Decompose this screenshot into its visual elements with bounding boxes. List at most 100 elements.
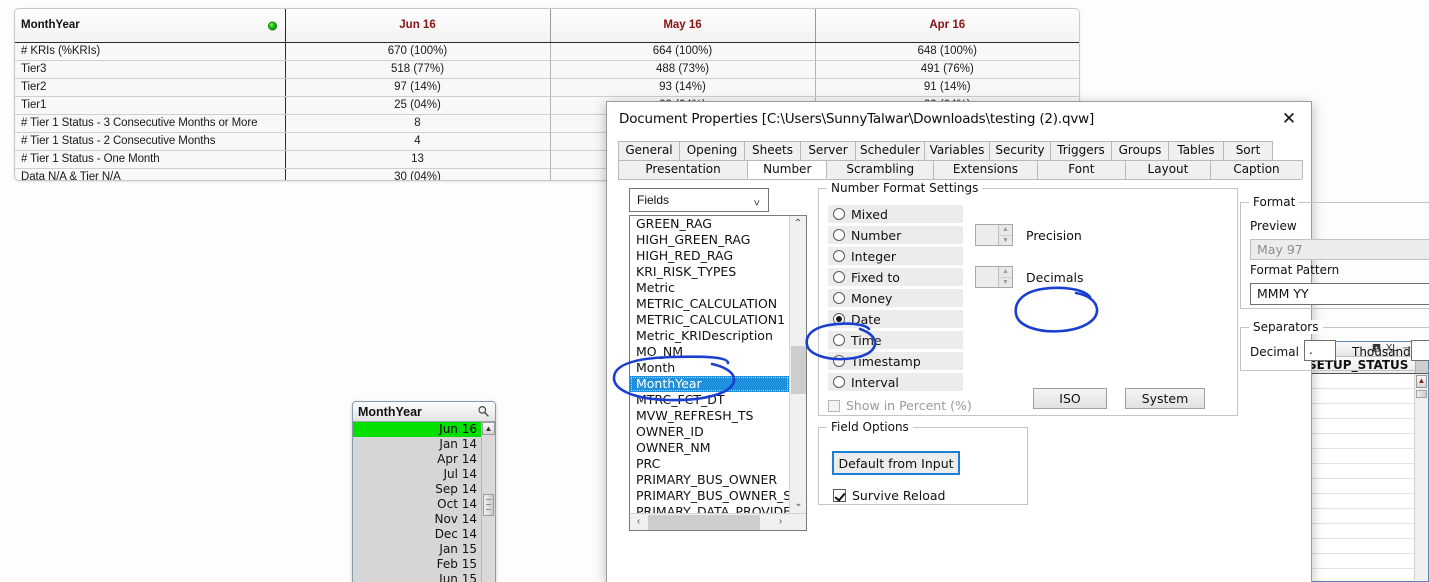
decimals-value[interactable]: [976, 267, 998, 287]
scrollbar-thumb[interactable]: [1416, 390, 1427, 398]
list-item[interactable]: [1304, 404, 1414, 419]
tab-extensions[interactable]: Extensions: [933, 160, 1038, 179]
list-item[interactable]: [1304, 494, 1414, 509]
listbox-scrollbar[interactable]: ▲: [481, 422, 495, 582]
list-item[interactable]: Jan 15: [353, 542, 481, 557]
scroll-left-icon[interactable]: ‹: [630, 514, 647, 530]
table-row[interactable]: Tier2 97 (14%) 93 (14%) 91 (14%): [15, 78, 1079, 97]
stepper-buttons[interactable]: ▲ ▼: [998, 267, 1012, 287]
iso-button[interactable]: ISO: [1033, 388, 1107, 409]
close-icon[interactable]: ✕: [1267, 104, 1311, 134]
tab-security[interactable]: Security: [989, 141, 1051, 160]
stepper-down-icon[interactable]: ▼: [999, 235, 1012, 245]
list-item[interactable]: [1304, 479, 1414, 494]
chevron-down-icon[interactable]: ˅: [754, 193, 760, 215]
setup-status-object[interactable]: 🖪 XL ─ ☐ SETUP_STATUS ▲: [1303, 341, 1429, 582]
list-item[interactable]: [1304, 509, 1414, 524]
list-item[interactable]: [1304, 524, 1414, 539]
list-item[interactable]: Feb 15: [353, 557, 481, 572]
dialog-title-bar[interactable]: Document Properties [C:\Users\SunnyTalwa…: [607, 102, 1311, 135]
list-item[interactable]: Jun 16: [353, 422, 481, 437]
radio-fixed-to[interactable]: Fixed to: [828, 268, 963, 286]
stepper-down-icon[interactable]: ▼: [999, 277, 1012, 287]
field-item[interactable]: METRIC_CALCULATION1: [630, 312, 789, 328]
tab-variables[interactable]: Variables: [924, 141, 990, 160]
tab-presentation[interactable]: Presentation: [618, 160, 749, 179]
list-item[interactable]: Dec 14: [353, 527, 481, 542]
system-button[interactable]: System: [1125, 388, 1205, 409]
list-item[interactable]: [1304, 434, 1414, 449]
document-properties-dialog[interactable]: Document Properties [C:\Users\SunnyTalwa…: [606, 101, 1429, 582]
field-item[interactable]: PRIMARY_BUS_OWNER_SID: [630, 488, 789, 504]
radio-number[interactable]: Number: [828, 226, 963, 244]
tab-layout[interactable]: Layout: [1124, 160, 1212, 179]
radio-mixed[interactable]: Mixed: [828, 205, 963, 223]
scroll-up-icon[interactable]: ⌃: [790, 216, 806, 233]
stepper-up-icon[interactable]: ▲: [999, 225, 1012, 236]
list-item[interactable]: Sep 14: [353, 482, 481, 497]
scroll-up-icon[interactable]: ▲: [482, 422, 495, 435]
list-item[interactable]: [1304, 569, 1414, 581]
fields-type-select[interactable]: Fields ˅: [629, 188, 769, 212]
decimal-separator-input[interactable]: .: [1304, 340, 1336, 361]
tab-triggers[interactable]: Triggers: [1050, 141, 1112, 160]
stepper-buttons[interactable]: ▲ ▼: [998, 225, 1012, 245]
tab-tables[interactable]: Tables: [1168, 141, 1224, 160]
table-row[interactable]: # KRIs (%KRIs) 670 (100%) 664 (100%) 648…: [15, 42, 1079, 61]
tab-scheduler[interactable]: Scheduler: [855, 141, 925, 160]
tab-sheets[interactable]: Sheets: [744, 141, 801, 160]
table-column-header-2[interactable]: Apr 16: [815, 9, 1079, 43]
field-item[interactable]: KRI_RISK_TYPES: [630, 264, 789, 280]
scrollbar-thumb-h[interactable]: [648, 515, 760, 530]
list-item[interactable]: [1304, 539, 1414, 554]
field-item[interactable]: MVW_REFRESH_TS: [630, 408, 789, 424]
field-item[interactable]: Month: [630, 360, 789, 376]
monthyear-listbox[interactable]: MonthYear Jun 16 Jan 14 Apr 14 Jul 14 Se…: [352, 401, 496, 582]
list-item[interactable]: Jun 15: [353, 572, 481, 582]
tab-scrambling[interactable]: Scrambling: [826, 160, 935, 179]
radio-integer[interactable]: Integer: [828, 247, 963, 265]
field-item[interactable]: PRIMARY_BUS_OWNER: [630, 472, 789, 488]
tab-groups[interactable]: Groups: [1111, 141, 1169, 160]
scrollbar-thumb[interactable]: [791, 346, 806, 394]
thousand-separator-input[interactable]: [1411, 340, 1429, 361]
table-column-header-1[interactable]: May 16: [550, 9, 816, 43]
field-item[interactable]: PRC: [630, 456, 789, 472]
field-item[interactable]: GREEN_RAG: [630, 216, 789, 232]
stepper-up-icon[interactable]: ▲: [999, 267, 1012, 278]
magnifier-icon[interactable]: [477, 405, 490, 418]
list-item[interactable]: Oct 14: [353, 497, 481, 512]
field-item[interactable]: METRIC_CALCULATION: [630, 296, 789, 312]
radio-time[interactable]: Time: [828, 331, 963, 349]
tab-number[interactable]: Number: [747, 160, 828, 179]
tab-sort[interactable]: Sort: [1223, 141, 1273, 160]
field-item[interactable]: OWNER_NM: [630, 440, 789, 456]
list-item[interactable]: [1304, 419, 1414, 434]
scroll-right-icon[interactable]: ›: [772, 514, 789, 530]
list-item[interactable]: [1304, 449, 1414, 464]
default-from-input-button[interactable]: Default from Input: [832, 451, 960, 475]
table-row[interactable]: Tier3 518 (77%) 488 (73%) 491 (76%): [15, 60, 1079, 79]
field-item[interactable]: PRIMARY_DATA_PROVIDER: [630, 504, 789, 513]
scroll-down-icon[interactable]: ⌄: [790, 496, 806, 513]
field-item[interactable]: Metric: [630, 280, 789, 296]
radio-interval[interactable]: Interval: [828, 373, 963, 391]
table-column-header-0[interactable]: Jun 16: [285, 9, 551, 43]
field-item[interactable]: Metric_KRIDescription: [630, 328, 789, 344]
fields-horizontal-scrollbar[interactable]: ‹ ›: [630, 513, 806, 530]
fields-listbox[interactable]: GREEN_RAG HIGH_GREEN_RAG HIGH_RED_RAG KR…: [629, 215, 807, 531]
show-in-percent-checkbox[interactable]: Show in Percent (%): [828, 398, 972, 413]
tab-opening[interactable]: Opening: [679, 141, 745, 160]
scroll-up-icon[interactable]: ▲: [1416, 375, 1427, 388]
field-item[interactable]: OWNER_ID: [630, 424, 789, 440]
setup-status-scrollbar[interactable]: ▲: [1414, 374, 1428, 580]
list-item[interactable]: Apr 14: [353, 452, 481, 467]
field-item[interactable]: HIGH_RED_RAG: [630, 248, 789, 264]
field-item[interactable]: HIGH_GREEN_RAG: [630, 232, 789, 248]
tab-caption[interactable]: Caption: [1210, 160, 1303, 179]
radio-money[interactable]: Money: [828, 289, 963, 307]
radio-timestamp[interactable]: Timestamp: [828, 352, 963, 370]
field-item[interactable]: MO_NM: [630, 344, 789, 360]
format-pattern-input[interactable]: MMM YY: [1250, 283, 1429, 305]
decimals-stepper[interactable]: ▲ ▼: [975, 266, 1013, 288]
